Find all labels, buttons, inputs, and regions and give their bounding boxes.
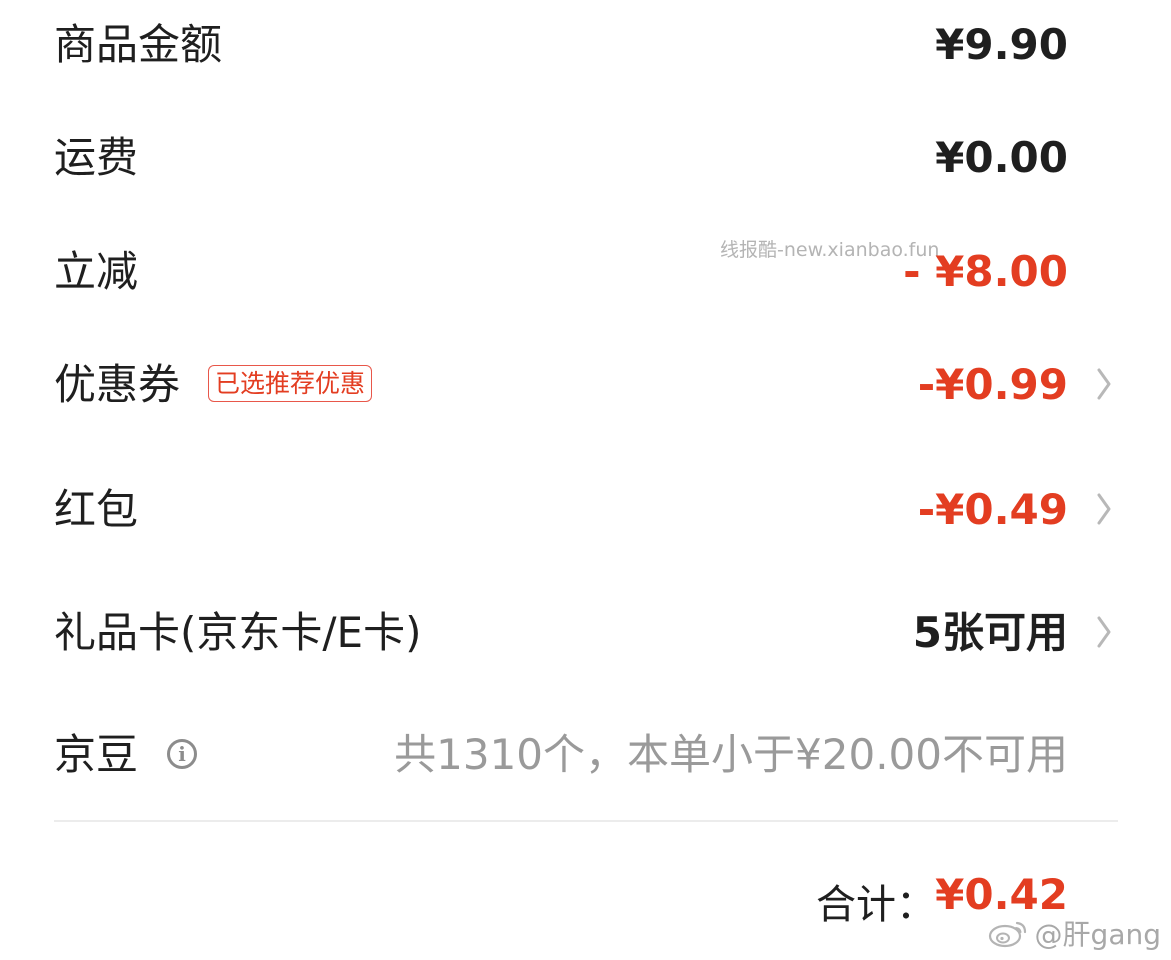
shipping-value: ¥0.00 — [935, 133, 1068, 182]
gift-card-value: 5张可用 — [912, 608, 1068, 657]
chevron-right-icon[interactable] — [1093, 489, 1113, 529]
row-red-packet[interactable]: 红包 -¥0.49 — [0, 489, 1171, 531]
gift-card-label: 礼品卡(京东卡/E卡) — [54, 608, 422, 657]
coupon-value: -¥0.99 — [917, 360, 1068, 409]
row-gift-card[interactable]: 礼品卡(京东卡/E卡) 5张可用 — [0, 612, 1171, 654]
chevron-right-icon[interactable] — [1093, 364, 1113, 404]
weibo-logo-icon — [988, 921, 1026, 948]
coupon-recommend-tag: 已选推荐优惠 — [208, 365, 373, 402]
instant-discount-label: 立减 — [54, 247, 139, 296]
red-packet-label: 红包 — [54, 485, 139, 534]
instant-discount-value: - ¥8.00 — [903, 247, 1068, 296]
chevron-right-icon[interactable] — [1093, 612, 1113, 652]
divider — [54, 820, 1118, 822]
total-label: 合计： — [816, 882, 936, 928]
row-jd-beans: 京豆 i 共1310个，本单小于¥20.00不可用 — [0, 734, 1171, 776]
weibo-watermark: @肝gang — [987, 913, 1161, 953]
jd-beans-value: 共1310个，本单小于¥20.00不可用 — [394, 730, 1068, 779]
goods-amount-value: ¥9.90 — [935, 20, 1068, 69]
goods-amount-label: 商品金额 — [54, 20, 223, 69]
jd-beans-label: 京豆 — [54, 730, 139, 779]
red-packet-value: -¥0.49 — [917, 485, 1068, 534]
shipping-label: 运费 — [54, 133, 139, 182]
total-value: ¥0.42 — [935, 870, 1068, 919]
coupon-label: 优惠券 — [54, 360, 181, 409]
weibo-handle: @肝gang — [1034, 918, 1161, 951]
info-circle-icon[interactable]: i — [167, 739, 197, 769]
row-coupon[interactable]: 优惠券 已选推荐优惠 -¥0.99 — [0, 364, 1171, 406]
